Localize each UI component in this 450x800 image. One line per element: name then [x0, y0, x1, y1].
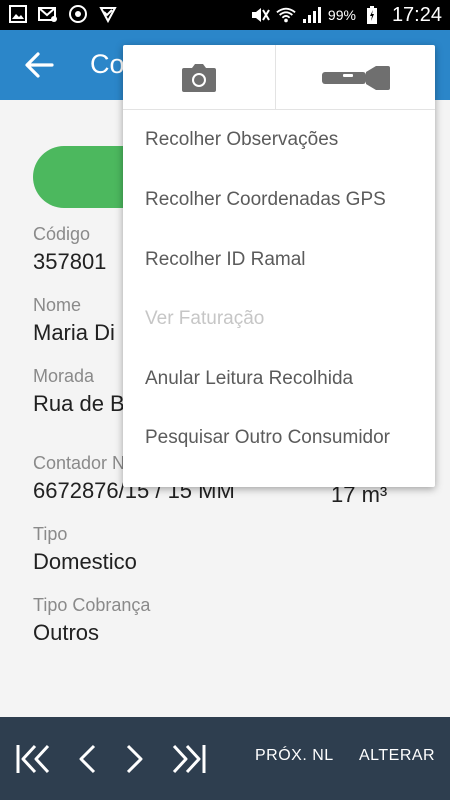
menu-item-recolher-coordenadas-gps[interactable]: Recolher Coordenadas GPS	[123, 171, 435, 229]
field-tipo-cobranca: Tipo Cobrança Outros	[33, 595, 150, 646]
system-icons: 99% 17:24	[250, 0, 442, 30]
menu-item-recolher-observacoes[interactable]: Recolher Observações	[123, 111, 435, 169]
tipo-label: Tipo	[33, 524, 68, 544]
bottom-nav-bar: PRÓX. NL ALTERAR	[0, 717, 450, 800]
clock: 17:24	[391, 3, 442, 26]
overflow-menu: Recolher Observações Recolher Coordenada…	[123, 45, 435, 487]
menu-item-anular-leitura-recolhida[interactable]: Anular Leitura Recolhida	[123, 350, 435, 408]
flashlight-icon	[321, 65, 390, 90]
next-nl-button[interactable]: PRÓX. NL	[255, 747, 334, 765]
morada-label: Morada	[33, 366, 95, 386]
previous-record-button[interactable]	[76, 739, 98, 779]
tipo-cobranca-label: Tipo Cobrança	[33, 595, 151, 615]
tipo-cobranca-value: Outros	[33, 620, 100, 645]
back-arrow-icon	[25, 52, 54, 78]
camera-icon	[182, 63, 216, 92]
chevron-right-icon	[126, 744, 143, 774]
menu-icon-row	[123, 45, 435, 110]
status-bar: 99% 17:24	[0, 0, 450, 30]
sync-notification-icon	[68, 4, 88, 24]
email-notification-icon	[38, 4, 58, 24]
check-notification-icon	[98, 4, 118, 24]
field-morada: Morada Rua de B	[33, 366, 125, 417]
next-record-button[interactable]	[124, 739, 146, 779]
flashlight-button[interactable]	[276, 45, 435, 110]
battery-charging-icon	[362, 5, 382, 25]
back-button[interactable]	[22, 49, 56, 81]
gallery-notification-icon	[8, 4, 28, 24]
codigo-label: Código	[33, 224, 91, 244]
menu-item-pesquisar-outro-consumidor[interactable]: Pesquisar Outro Consumidor	[123, 409, 435, 467]
field-codigo: Código 357801	[33, 224, 106, 275]
last-record-button[interactable]	[170, 739, 208, 779]
nome-label: Nome	[33, 295, 82, 315]
camera-button[interactable]	[123, 45, 275, 110]
wifi-icon	[276, 5, 296, 25]
nome-value: Maria Di	[33, 320, 115, 345]
page-title: Co	[90, 49, 125, 79]
skip-first-icon	[16, 744, 50, 774]
notification-icons	[8, 4, 118, 24]
mute-icon	[250, 5, 270, 25]
field-nome: Nome Maria Di	[33, 295, 115, 346]
menu-item-recolher-id-ramal[interactable]: Recolher ID Ramal	[123, 231, 435, 289]
codigo-value: 357801	[33, 249, 107, 274]
chevron-left-icon	[79, 744, 96, 774]
menu-item-ver-faturacao: Ver Faturação	[145, 308, 265, 329]
signal-icon	[302, 5, 322, 25]
alterar-button[interactable]: ALTERAR	[359, 747, 435, 765]
first-record-button[interactable]	[14, 739, 52, 779]
skip-last-icon	[172, 744, 206, 774]
battery-percent: 99%	[327, 7, 356, 23]
tipo-value: Domestico	[33, 549, 137, 574]
field-tipo: Tipo Domestico	[33, 524, 137, 575]
morada-value: Rua de B	[33, 391, 125, 416]
